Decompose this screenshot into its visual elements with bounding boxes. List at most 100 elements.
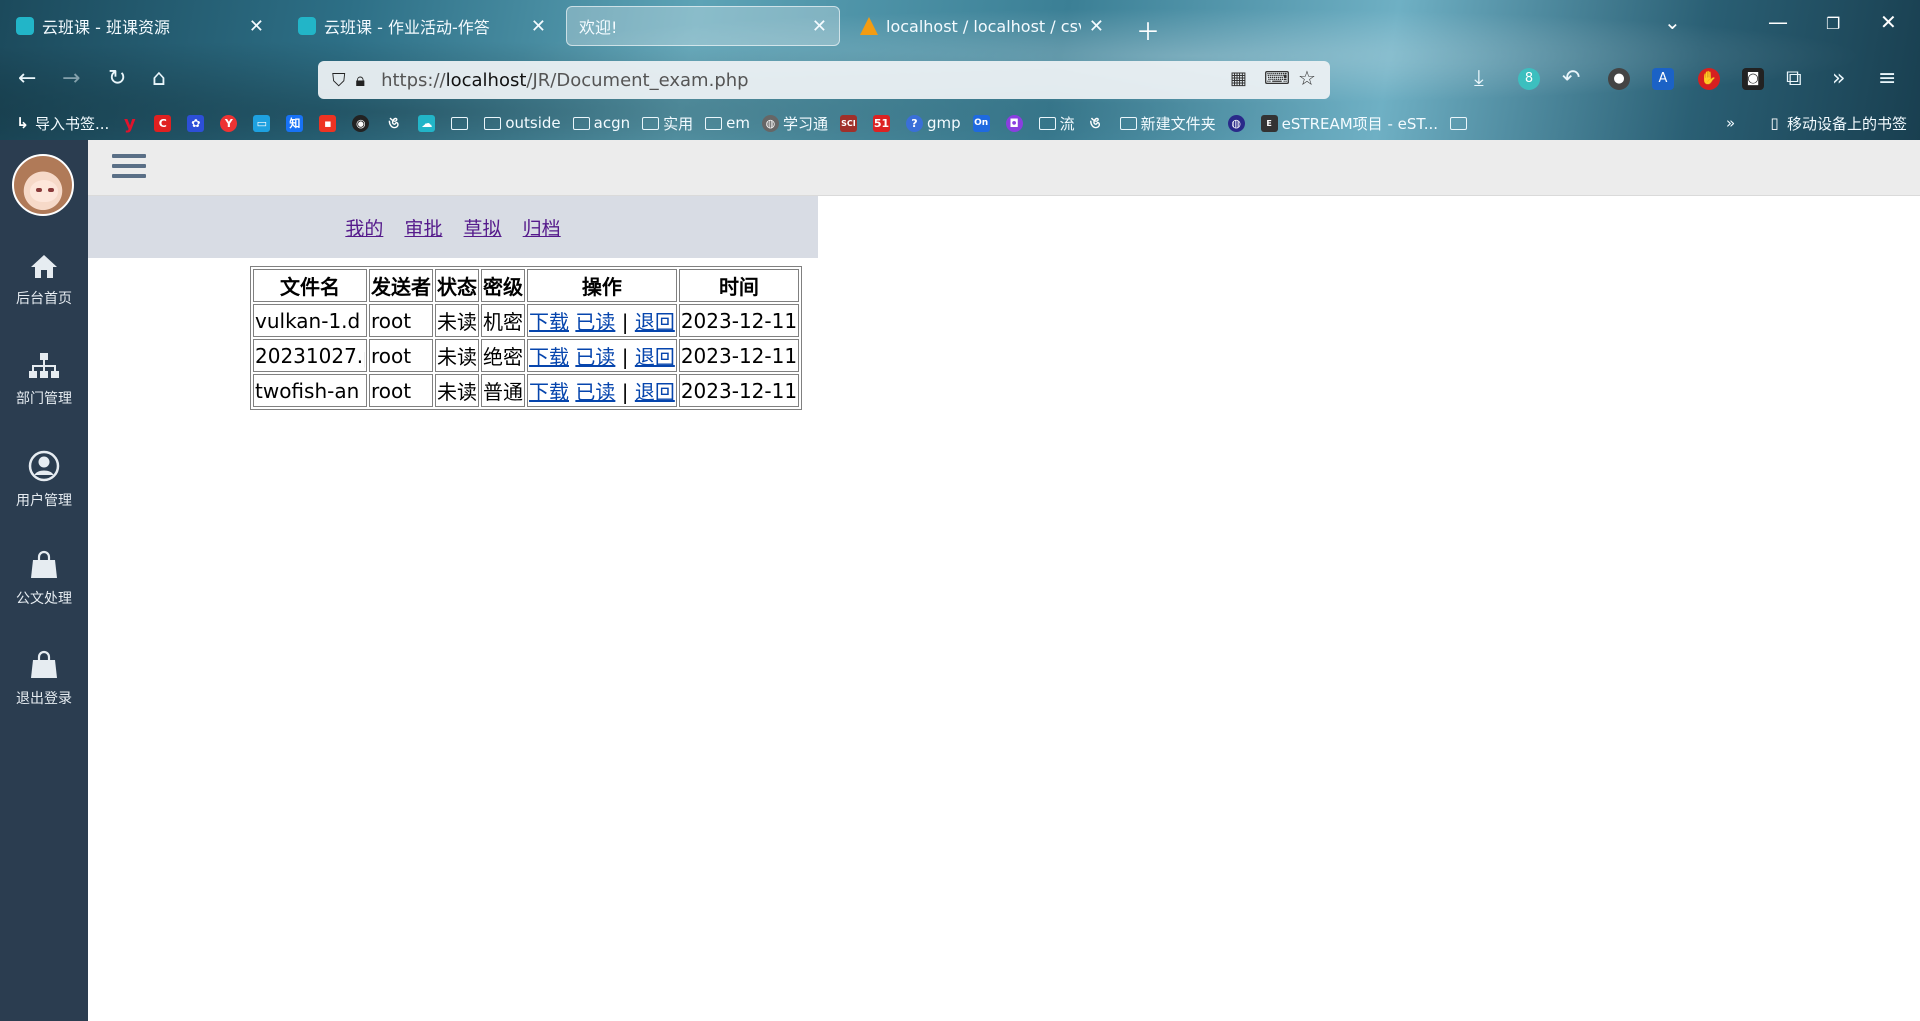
tab-welcome[interactable]: 欢迎! ✕ <box>566 6 840 46</box>
subnav-link-approve[interactable]: 审批 <box>404 218 442 240</box>
shopping-bag-icon <box>31 650 57 678</box>
bookmark-estream[interactable]: EeSTREAM项目 - eST... <box>1260 113 1438 134</box>
avatar-eye <box>48 188 54 192</box>
home-icon[interactable]: ⌂ <box>152 66 166 91</box>
bookmark-cloud[interactable]: ☁ <box>418 114 439 132</box>
return-link[interactable]: 退回 <box>635 345 675 369</box>
subnav-link-mine[interactable]: 我的 <box>345 218 383 240</box>
bookmark-folder-last[interactable] <box>1450 116 1471 130</box>
extension-badge[interactable]: 8 <box>1518 68 1540 90</box>
browser-chrome: 云班课 - 班课资源 ✕ 云班课 - 作业活动-作答 ✕ 欢迎! ✕ local… <box>0 0 1920 140</box>
bookmark-on[interactable]: On <box>972 114 994 132</box>
tab-list-chevron-icon[interactable]: ⌄ <box>1664 10 1681 34</box>
bookmark-yandex[interactable]: Y <box>220 114 241 132</box>
translate-extension-icon[interactable]: A <box>1652 68 1674 90</box>
bookmark-chat[interactable]: ◘ <box>1005 114 1027 132</box>
extensions-puzzle-icon[interactable]: ⧉ <box>1786 66 1802 91</box>
bookmark-script[interactable]: ঙ <box>385 114 406 132</box>
star-bookmark-icon[interactable]: ☆ <box>1298 66 1316 90</box>
bookmark-folder-liu[interactable]: 流 <box>1038 113 1075 134</box>
bookmark-folder-new[interactable]: 新建文件夹 <box>1119 113 1216 134</box>
tab-title: 云班课 - 作业活动-作答 <box>324 18 490 37</box>
lock-icon[interactable]: 🔒︎ <box>356 70 366 91</box>
tab-cloud-homework[interactable]: 云班课 - 作业活动-作答 ✕ <box>286 6 558 46</box>
sidebar-item-label: 后台首页 <box>16 291 72 307</box>
bookmark-globe[interactable]: ◍ <box>1227 114 1249 132</box>
folder-icon <box>1038 116 1056 130</box>
tab-phpmyadmin[interactable]: localhost / localhost / csv_db ✕ <box>848 6 1116 46</box>
mobile-device-icon: ▯ <box>1770 113 1779 132</box>
translate-icon[interactable]: ⌨ <box>1264 68 1290 89</box>
forward-arrow-icon[interactable]: → <box>62 66 80 91</box>
extension-balls-icon[interactable]: ● <box>1608 68 1630 90</box>
bookmark-import[interactable]: ↳ 导入书签... <box>14 113 109 134</box>
bookmark-folder-practical[interactable]: 实用 <box>642 113 693 134</box>
subnav-link-draft[interactable]: 草拟 <box>464 218 502 240</box>
close-icon[interactable]: ✕ <box>812 16 827 37</box>
sidebar-item-users[interactable]: 用户管理 <box>0 450 88 510</box>
bookmark-y[interactable]: y <box>121 114 142 132</box>
bookmark-label: acgn <box>593 114 631 132</box>
restore-icon[interactable]: ❐ <box>1826 14 1840 33</box>
column-header-level: 密级 <box>481 269 525 302</box>
cell-actions: 下载 已读 | 退回 <box>527 304 677 337</box>
shield-icon[interactable]: ⛉ <box>332 70 346 91</box>
mark-read-link[interactable]: 已读 <box>575 345 615 369</box>
bookmark-scihub[interactable]: SCI <box>839 114 861 132</box>
cloud-class-icon: ☁ <box>418 114 436 132</box>
sidebar-item-departments[interactable]: 部门管理 <box>0 352 88 408</box>
bookmark-folder-em[interactable]: em <box>705 114 750 132</box>
sidebar-item-logout[interactable]: 退出登录 <box>0 650 88 708</box>
tab-cloud-resources[interactable]: 云班课 - 班课资源 ✕ <box>4 6 276 46</box>
window-close-icon[interactable]: ✕ <box>1880 10 1897 34</box>
bookmark-bilibili[interactable]: ▭ <box>253 114 274 132</box>
new-tab-plus-icon[interactable]: ＋ <box>1136 12 1160 47</box>
mark-read-link[interactable]: 已读 <box>575 310 615 334</box>
paw-icon: ✿ <box>187 114 205 132</box>
bookmark-baidu[interactable]: ✿ <box>187 114 208 132</box>
incognito-glasses-icon[interactable]: ◙ <box>1742 68 1764 90</box>
back-arrow-icon[interactable]: ← <box>18 66 36 91</box>
ecrypt-icon: E <box>1260 114 1278 132</box>
bookmark-xuexitong[interactable]: ◍ 学习通 <box>761 113 828 134</box>
subnav-link-archive[interactable]: 归档 <box>523 218 561 240</box>
close-icon[interactable]: ✕ <box>1089 16 1104 37</box>
return-link[interactable]: 退回 <box>635 380 675 404</box>
bookmark-folder-empty[interactable] <box>451 116 472 130</box>
address-bar[interactable]: ⛉ 🔒︎ https://localhost/JR/Document_exam.… <box>318 61 1330 99</box>
qr-code-icon[interactable]: ▦ <box>1230 68 1247 89</box>
bookmark-mobile[interactable]: ▯ 移动设备上的书签 <box>1766 113 1907 134</box>
return-link[interactable]: 退回 <box>635 310 675 334</box>
bookmark-github[interactable]: ◉ <box>352 114 373 132</box>
close-icon[interactable]: ✕ <box>249 16 264 37</box>
folder-icon <box>484 116 502 130</box>
bookmark-gmp[interactable]: ? gmp <box>905 114 961 132</box>
bookmark-51[interactable]: 51 <box>872 114 894 132</box>
mark-read-link[interactable]: 已读 <box>575 380 615 404</box>
hamburger-menu-icon[interactable] <box>112 154 146 184</box>
undo-arrow-icon[interactable]: ↶ <box>1562 66 1580 91</box>
bookmark-label: 学习通 <box>782 114 828 133</box>
reload-icon[interactable]: ↻ <box>108 66 126 91</box>
download-link[interactable]: 下载 <box>529 380 569 404</box>
avatar[interactable] <box>12 154 74 216</box>
download-icon[interactable]: ⤓ <box>1474 66 1484 91</box>
sidebar: 后台首页 部门管理 用户管理 公文处理 退出登录 <box>0 140 88 1021</box>
overflow-chevrons-icon[interactable]: » <box>1832 66 1845 91</box>
cell-status: 未读 <box>435 304 479 337</box>
bookmark-zhihu[interactable]: 知 <box>286 114 307 132</box>
download-link[interactable]: 下载 <box>529 310 569 334</box>
bookmarks-overflow-chevrons-icon[interactable]: » <box>1726 114 1735 132</box>
bookmark-c[interactable]: C <box>154 114 175 132</box>
download-link[interactable]: 下载 <box>529 345 569 369</box>
ublock-hand-icon[interactable]: ✋ <box>1698 68 1720 90</box>
sidebar-item-dashboard[interactable]: 后台首页 <box>0 252 88 308</box>
menu-hamburger-icon[interactable]: ≡ <box>1878 66 1896 91</box>
bookmark-folder-outside[interactable]: outside <box>484 114 561 132</box>
sidebar-item-documents[interactable]: 公文处理 <box>0 550 88 608</box>
bookmark-folder-acgn[interactable]: acgn <box>572 114 631 132</box>
bookmark-script2[interactable]: ঙ <box>1087 114 1108 132</box>
bookmark-red[interactable]: ▪ <box>319 114 340 132</box>
close-icon[interactable]: ✕ <box>531 16 546 37</box>
minimize-icon[interactable]: — <box>1768 10 1788 34</box>
